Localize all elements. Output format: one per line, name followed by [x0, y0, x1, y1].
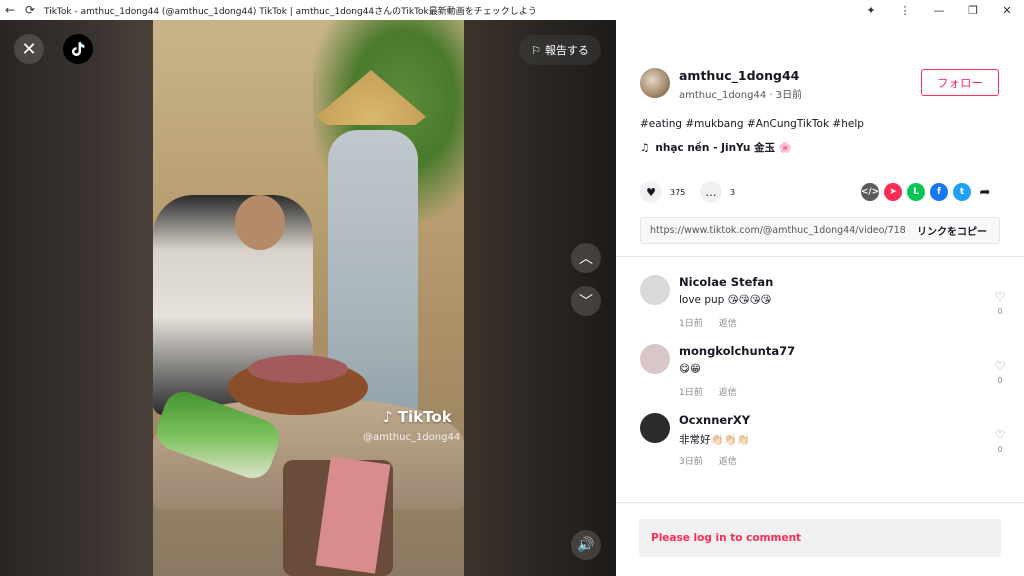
- divider: [616, 502, 1024, 503]
- video-player[interactable]: ♪ TikTok @amthuc_1dong44 ✕ ⚐ 報告する ︿ ﹀ 🔊: [0, 20, 616, 576]
- comment-count: 3: [730, 187, 736, 197]
- comment-meta: 3日前 返信: [679, 454, 737, 467]
- author-subtitle: amthuc_1dong44 · 3日前: [679, 90, 803, 101]
- comment-author[interactable]: mongkolchunta77: [679, 344, 795, 358]
- chevron-up-icon: ︿: [579, 251, 593, 267]
- like-count: 375: [670, 187, 686, 197]
- flag-icon: ⚐: [531, 43, 541, 57]
- chevron-down-icon: ﹀: [579, 294, 593, 310]
- restore-icon[interactable]: ❐: [956, 0, 990, 20]
- heart-icon[interactable]: ♥: [640, 181, 662, 203]
- puzzle-icon[interactable]: ✦: [854, 0, 888, 20]
- comment-avatar[interactable]: [640, 275, 670, 305]
- comment-stat[interactable]: … 3: [700, 181, 735, 203]
- window-close-icon[interactable]: ✕: [990, 0, 1024, 20]
- comment-time: 3日前: [679, 457, 703, 467]
- music-link[interactable]: ♫ nhạc nền - JinYu 金玉 🌸: [640, 140, 792, 155]
- reply-button[interactable]: 返信: [719, 454, 737, 467]
- comment-like-count: 0: [997, 445, 1003, 454]
- heart-outline-icon[interactable]: ♡: [990, 428, 1010, 442]
- report-button[interactable]: ⚐ 報告する: [519, 35, 601, 65]
- video-blur-left: [0, 20, 153, 576]
- back-arrow-icon[interactable]: ←: [0, 0, 20, 20]
- kebab-menu-icon[interactable]: ⋮: [888, 0, 922, 20]
- heart-outline-icon[interactable]: ♡: [990, 359, 1010, 373]
- tiktok-watermark: ♪ TikTok: [383, 408, 452, 426]
- share-link-url[interactable]: https://www.tiktok.com/@amthuc_1dong44/v…: [641, 225, 905, 236]
- report-label: 報告する: [544, 44, 589, 57]
- embed-icon[interactable]: </>: [861, 183, 879, 201]
- comment-like[interactable]: ♡ 0: [990, 290, 1010, 316]
- divider: [616, 256, 1024, 257]
- share-arrow-icon[interactable]: ➦: [976, 183, 994, 201]
- author-avatar[interactable]: [640, 68, 670, 98]
- comment-meta: 1日前 返信: [679, 316, 737, 329]
- previous-video-button[interactable]: ︿: [571, 243, 601, 273]
- video-frame[interactable]: ♪ TikTok @amthuc_1dong44: [153, 20, 464, 576]
- reload-icon[interactable]: ⟳: [20, 0, 40, 20]
- meat: [248, 355, 348, 383]
- comment-text: love pup 😘😘😘😘: [679, 294, 772, 306]
- music-title: nhạc nền - JinYu 金玉 🌸: [655, 142, 792, 154]
- comment-like[interactable]: ♡ 0: [990, 359, 1010, 385]
- facebook-icon[interactable]: f: [930, 183, 948, 201]
- comment-like[interactable]: ♡ 0: [990, 428, 1010, 454]
- login-to-comment-bar[interactable]: Please log in to comment: [639, 519, 1001, 557]
- send-icon[interactable]: ➤: [884, 183, 902, 201]
- share-icons: </> ➤ L f t ➦: [861, 183, 994, 201]
- detail-panel: amthuc_1dong44 amthuc_1dong44 · 3日前 フォロー…: [616, 20, 1024, 576]
- man-head: [235, 195, 285, 250]
- comment-author[interactable]: Nicolae Stefan: [679, 275, 773, 289]
- copy-link-button[interactable]: リンクをコピー: [905, 223, 999, 238]
- comment-like-count: 0: [997, 376, 1003, 385]
- share-link-box: https://www.tiktok.com/@amthuc_1dong44/v…: [640, 217, 1000, 244]
- tiktok-logo-icon[interactable]: [63, 34, 93, 64]
- comment-text: 😋😁: [679, 363, 701, 375]
- window-titlebar: ← ⟳ TikTok - amthuc_1dong44 (@amthuc_1do…: [0, 0, 1024, 20]
- reply-button[interactable]: 返信: [719, 385, 737, 398]
- comment-author[interactable]: OcxnnerXY: [679, 413, 750, 427]
- post-description[interactable]: #eating #mukbang #AnCungTikTok #help: [640, 118, 864, 130]
- post-info: amthuc_1dong44 amthuc_1dong44 · 3日前 フォロー…: [616, 20, 1024, 256]
- close-icon: ✕: [21, 38, 37, 60]
- music-note-icon: ♫: [640, 141, 650, 154]
- close-video-button[interactable]: ✕: [14, 34, 44, 64]
- heart-outline-icon[interactable]: ♡: [990, 290, 1010, 304]
- comment-avatar[interactable]: [640, 413, 670, 443]
- comment-like-count: 0: [997, 307, 1003, 316]
- follow-button[interactable]: フォロー: [921, 69, 999, 96]
- comment-time: 1日前: [679, 388, 703, 398]
- comment-avatar[interactable]: [640, 344, 670, 374]
- like-stat[interactable]: ♥ 375: [640, 181, 685, 203]
- comment-text: 非常好👏🏻👏🏻👏🏻: [679, 434, 750, 446]
- twitter-icon[interactable]: t: [953, 183, 971, 201]
- comment-time: 1日前: [679, 319, 703, 329]
- speaker-icon: 🔊: [577, 537, 595, 553]
- comment-icon[interactable]: …: [700, 181, 722, 203]
- comment-meta: 1日前 返信: [679, 385, 737, 398]
- line-icon[interactable]: L: [907, 183, 925, 201]
- window-title: TikTok - amthuc_1dong44 (@amthuc_1dong44…: [44, 6, 537, 17]
- volume-button[interactable]: 🔊: [571, 530, 601, 560]
- minimize-icon[interactable]: —: [922, 0, 956, 20]
- watermark-handle: @amthuc_1dong44: [363, 432, 461, 443]
- author-name[interactable]: amthuc_1dong44: [679, 68, 799, 83]
- next-video-button[interactable]: ﹀: [571, 286, 601, 316]
- reply-button[interactable]: 返信: [719, 316, 737, 329]
